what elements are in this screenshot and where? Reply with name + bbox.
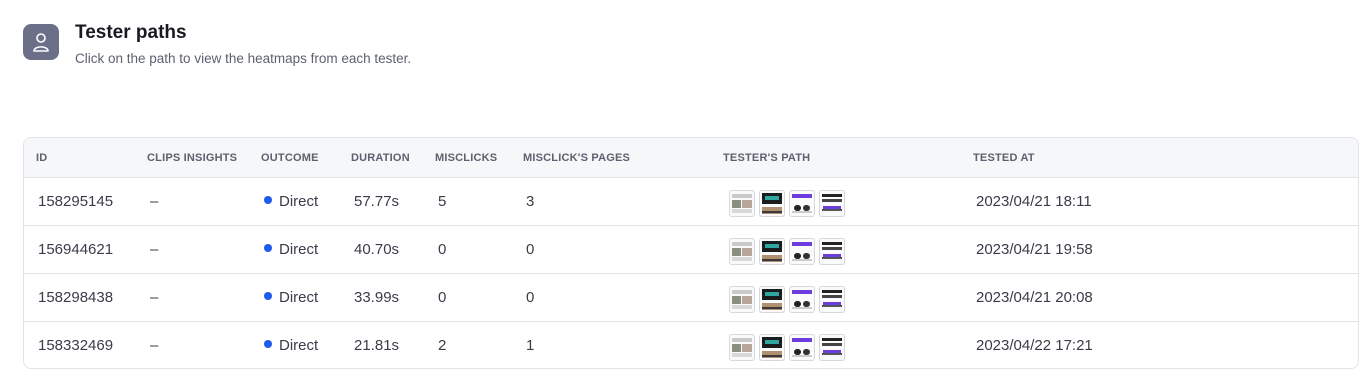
misclick-pages: 1 [526,337,535,354]
user-icon [23,24,59,60]
table-row[interactable]: 158298438 – Direct 33.99s 0 0 2023/04/21… [24,274,1358,322]
duration: 21.81s [354,337,400,354]
outcome-cell: Direct [264,193,318,211]
tester-id: 156944621 [38,241,114,258]
outcome-label: Direct [279,193,319,210]
tested-at: 2023/04/21 18:11 [976,193,1092,210]
tester-paths-table: ID CLIPS INSIGHTS OUTCOME DURATION MISCL… [23,137,1359,369]
path-screen-thumbnail[interactable] [819,286,845,313]
path-screen-thumbnail[interactable] [729,334,755,361]
misclick-pages: 0 [526,241,535,258]
misclicks: 0 [438,241,447,258]
path-screen-thumbnail[interactable] [759,334,785,361]
page-title: Tester paths [75,22,187,43]
path-screen-thumbnail[interactable] [759,190,785,217]
tester-path[interactable] [729,190,845,217]
path-screen-thumbnail[interactable] [789,238,815,265]
table-row[interactable]: 158332469 – Direct 21.81s 2 1 2023/04/22… [24,322,1358,368]
path-screen-thumbnail[interactable] [789,286,815,313]
clips-insights: – [150,289,159,306]
tester-path[interactable] [729,286,845,313]
tested-at: 2023/04/21 20:08 [976,289,1093,306]
page-header: Tester paths Click on the path to view t… [23,22,412,68]
outcome-cell: Direct [264,241,318,259]
column-header-misclick-pages[interactable]: MISCLICK'S PAGES [523,152,630,164]
tester-id: 158298438 [38,289,114,306]
outcome-dot-icon [264,340,272,348]
misclick-pages: 3 [526,193,535,210]
column-header-duration[interactable]: DURATION [351,152,410,164]
tester-path[interactable] [729,334,845,361]
outcome-cell: Direct [264,337,318,355]
tested-at: 2023/04/22 17:21 [976,337,1093,354]
path-screen-thumbnail[interactable] [789,190,815,217]
column-header-tester-path[interactable]: TESTER'S PATH [723,152,810,164]
outcome-label: Direct [279,241,319,258]
column-header-misclicks[interactable]: MISCLICKS [435,152,497,164]
misclicks: 2 [438,337,447,354]
outcome-label: Direct [279,337,319,354]
tester-id: 158295145 [38,193,114,210]
path-screen-thumbnail[interactable] [819,190,845,217]
clips-insights: – [150,193,159,210]
clips-insights: – [150,337,159,354]
outcome-label: Direct [279,289,319,306]
misclick-pages: 0 [526,289,535,306]
misclicks: 0 [438,289,447,306]
column-header-tested-at[interactable]: TESTED AT [973,152,1035,164]
page-subtitle: Click on the path to view the heatmaps f… [75,51,412,66]
duration: 33.99s [354,289,400,306]
table-header: ID CLIPS INSIGHTS OUTCOME DURATION MISCL… [24,138,1358,178]
tested-at: 2023/04/21 19:58 [976,241,1093,258]
column-header-id[interactable]: ID [36,152,47,164]
outcome-cell: Direct [264,289,318,307]
column-header-clips-insights[interactable]: CLIPS INSIGHTS [147,152,237,164]
path-screen-thumbnail[interactable] [759,238,785,265]
table-row[interactable]: 158295145 – Direct 57.77s 5 3 2023/04/21… [24,178,1358,226]
clips-insights: – [150,241,159,258]
path-screen-thumbnail[interactable] [729,286,755,313]
duration: 40.70s [354,241,400,258]
path-screen-thumbnail[interactable] [819,334,845,361]
tester-path[interactable] [729,238,845,265]
duration: 57.77s [354,193,400,210]
path-screen-thumbnail[interactable] [819,238,845,265]
tester-id: 158332469 [38,337,114,354]
path-screen-thumbnail[interactable] [729,238,755,265]
table-row[interactable]: 156944621 – Direct 40.70s 0 0 2023/04/21… [24,226,1358,274]
path-screen-thumbnail[interactable] [759,286,785,313]
outcome-dot-icon [264,244,272,252]
misclicks: 5 [438,193,447,210]
column-header-outcome[interactable]: OUTCOME [261,152,319,164]
path-screen-thumbnail[interactable] [789,334,815,361]
path-screen-thumbnail[interactable] [729,190,755,217]
outcome-dot-icon [264,196,272,204]
outcome-dot-icon [264,292,272,300]
